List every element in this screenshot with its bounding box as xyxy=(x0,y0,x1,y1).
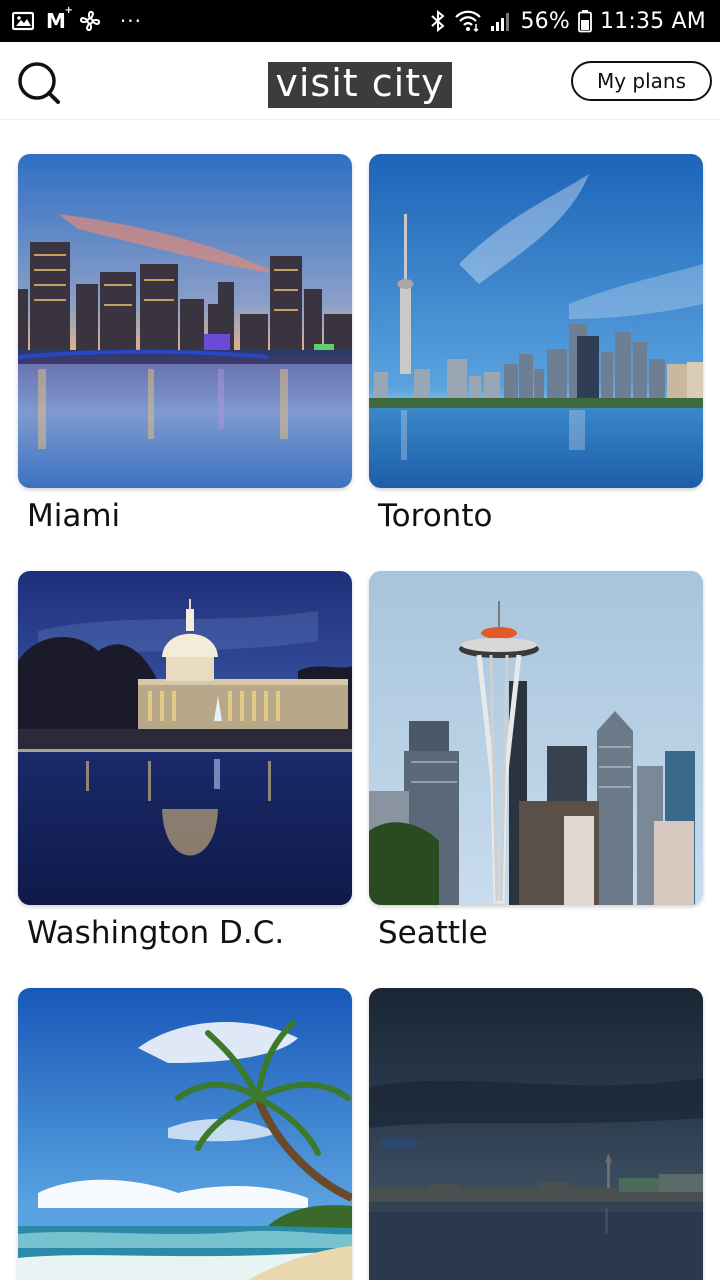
city-image-washington-dc xyxy=(18,571,352,905)
fan-icon xyxy=(78,9,102,33)
city-image-beach xyxy=(18,988,352,1280)
city-name: Washington D.C. xyxy=(27,915,285,951)
city-card-beach[interactable] xyxy=(18,988,352,1280)
search-button[interactable] xyxy=(16,60,62,106)
city-image-lake-town xyxy=(369,988,703,1280)
battery-icon xyxy=(578,9,592,33)
app-logo: visit city xyxy=(268,61,452,108)
city-name: Seattle xyxy=(378,915,488,951)
wifi-icon xyxy=(454,9,482,33)
city-card-washington-dc[interactable]: Washington D.C. xyxy=(18,571,352,951)
bluetooth-icon xyxy=(430,9,446,33)
gmail-icon: M + xyxy=(46,5,73,33)
city-name: Toronto xyxy=(378,498,493,534)
signal-icon xyxy=(490,10,512,32)
city-image-miami xyxy=(18,154,352,488)
gallery-icon xyxy=(12,11,34,31)
city-image-toronto xyxy=(369,154,703,488)
status-bar-right: 56% 11:35 AM xyxy=(430,0,706,42)
app-header: visit city My plans xyxy=(0,42,720,120)
status-time: 11:35 AM xyxy=(599,8,706,34)
more-notifications-icon: ··· xyxy=(119,9,142,33)
city-card-toronto[interactable]: Toronto xyxy=(369,154,703,534)
city-name: Miami xyxy=(27,498,121,534)
status-bar-left: M + ··· xyxy=(12,0,142,42)
status-bar: M + ··· 56% 11:35 AM xyxy=(0,0,720,42)
my-plans-button[interactable]: My plans xyxy=(571,61,712,101)
city-card-seattle[interactable]: Seattle xyxy=(369,571,703,951)
logo-text: visit city xyxy=(275,61,445,105)
battery-percent: 56% xyxy=(520,8,570,34)
city-card-lake-town[interactable] xyxy=(369,988,703,1280)
search-icon xyxy=(18,62,60,104)
city-card-miami[interactable]: Miami xyxy=(18,154,352,534)
city-image-seattle xyxy=(369,571,703,905)
city-grid: Miami Toronto Washington D.C. Seattle xyxy=(0,120,720,1280)
